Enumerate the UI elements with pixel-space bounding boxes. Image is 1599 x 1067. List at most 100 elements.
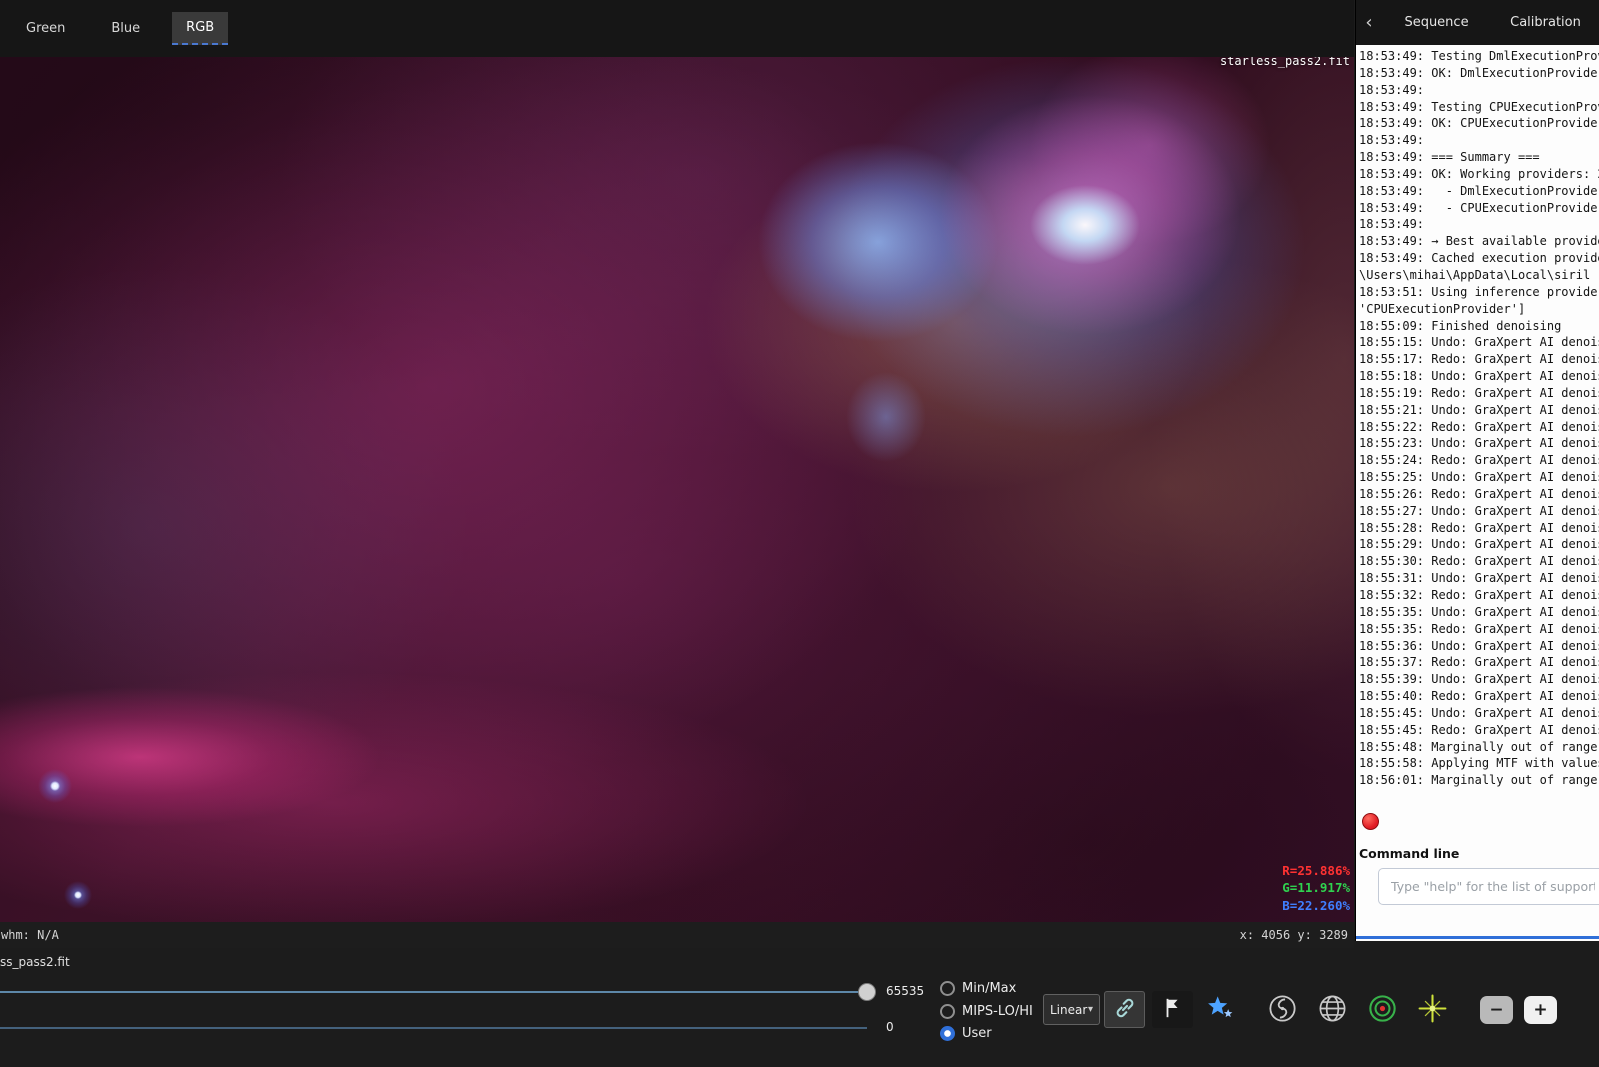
log-line: 18:55:40: Redo: GraXpert AI denoising bbox=[1359, 688, 1599, 705]
log-line: 18:53:49: bbox=[1359, 132, 1599, 149]
log-line: 18:55:25: Undo: GraXpert AI denoising bbox=[1359, 469, 1599, 486]
flag-tool-button[interactable] bbox=[1152, 991, 1193, 1028]
cursor-coordinates: x: 4056 y: 3289 bbox=[1240, 928, 1348, 942]
command-input[interactable] bbox=[1378, 868, 1599, 905]
image-filename-overlay: starless_pass2.fit bbox=[1220, 57, 1350, 68]
link-channels-button[interactable] bbox=[1104, 991, 1145, 1028]
wire-globe-icon bbox=[1317, 993, 1348, 1028]
cut-mode-radios: Min/Max MIPS-LO/HI User bbox=[940, 979, 1033, 1043]
psf-star-button[interactable] bbox=[1412, 990, 1452, 1030]
stretch-high-slider[interactable] bbox=[0, 983, 876, 1001]
radio-minmax[interactable]: Min/Max bbox=[940, 979, 1033, 998]
stretch-high-handle[interactable] bbox=[858, 983, 876, 1001]
log-line: 18:55:45: Undo: GraXpert AI denoising bbox=[1359, 705, 1599, 722]
log-line: 18:53:51: Using inference provider [' bbox=[1359, 284, 1599, 301]
stretch-low-slider[interactable] bbox=[0, 1019, 876, 1037]
zoom-in-button[interactable]: + bbox=[1524, 996, 1557, 1024]
stretch-high-track bbox=[0, 991, 867, 993]
log-line: 18:55:23: Undo: GraXpert AI denoising bbox=[1359, 435, 1599, 452]
log-line: 18:55:36: Undo: GraXpert AI denoising bbox=[1359, 638, 1599, 655]
radio-user-label: User bbox=[962, 1026, 992, 1041]
minus-icon: − bbox=[1489, 1000, 1503, 1020]
log-line: 'CPUExecutionProvider'] bbox=[1359, 301, 1599, 318]
log-line: 18:53:49: OK: DmlExecutionProvider wor bbox=[1359, 65, 1599, 82]
radio-minmax-circle[interactable] bbox=[940, 981, 955, 996]
readout-green: G=11.917% bbox=[1282, 879, 1350, 897]
log-line: 18:53:49: bbox=[1359, 82, 1599, 99]
log-line: 18:55:18: Undo: GraXpert AI denoising bbox=[1359, 368, 1599, 385]
log-line: 18:53:49: - CPUExecutionProvider bbox=[1359, 200, 1599, 217]
log-line: 18:55:48: Marginally out of range val bbox=[1359, 739, 1599, 756]
log-line: 18:56:01: Marginally out of range val bbox=[1359, 772, 1599, 787]
readout-blue: B=22.260% bbox=[1282, 897, 1350, 915]
log-line: 18:55:15: Undo: GraXpert AI denoising bbox=[1359, 334, 1599, 351]
tab-green[interactable]: Green bbox=[12, 13, 79, 44]
star-detection-button[interactable] bbox=[1198, 991, 1242, 1028]
log-line: 18:55:35: Undo: GraXpert AI denoising bbox=[1359, 604, 1599, 621]
filename-bar: ss_pass2.fit bbox=[0, 948, 1354, 975]
bottom-toolbar: 65535 0 Min/Max MIPS-LO/HI User Linear ▾ bbox=[0, 975, 1599, 1067]
stop-button[interactable] bbox=[1362, 813, 1379, 830]
display-mode-value: Linear bbox=[1050, 1003, 1087, 1017]
log-line: 18:53:49: → Best available provider: D bbox=[1359, 233, 1599, 250]
radio-mips-circle[interactable] bbox=[940, 1004, 955, 1019]
log-line: 18:55:27: Undo: GraXpert AI denoising bbox=[1359, 503, 1599, 520]
log-line: 18:53:49: === Summary === bbox=[1359, 149, 1599, 166]
radio-minmax-label: Min/Max bbox=[962, 981, 1016, 996]
flag-icon bbox=[1162, 997, 1184, 1023]
chevron-down-icon: ▾ bbox=[1088, 1004, 1093, 1015]
target-circles-icon bbox=[1367, 993, 1398, 1028]
stretch-low-track bbox=[0, 1027, 867, 1029]
plus-icon: + bbox=[1533, 1000, 1547, 1020]
log-line: 18:55:58: Applying MTF with values (0 bbox=[1359, 755, 1599, 772]
command-line-label: Command line bbox=[1359, 846, 1459, 861]
blue-stars-icon bbox=[1206, 994, 1234, 1026]
panel-accent-line bbox=[1356, 936, 1599, 939]
log-line: 18:55:17: Redo: GraXpert AI denoising bbox=[1359, 351, 1599, 368]
chain-link-icon bbox=[1113, 996, 1137, 1024]
log-line: 18:53:49: Testing DmlExecutionProvider bbox=[1359, 48, 1599, 65]
log-line: 18:53:49: Cached execution provider: C: bbox=[1359, 250, 1599, 267]
photometry-button[interactable] bbox=[1362, 990, 1402, 1030]
log-line: 18:55:45: Redo: GraXpert AI denoising bbox=[1359, 722, 1599, 739]
celestial-grid-button[interactable] bbox=[1312, 990, 1352, 1030]
radio-user-circle[interactable] bbox=[940, 1026, 955, 1041]
console-panel: ‹ Sequence Calibration 18:53:49: Testing… bbox=[1355, 0, 1599, 941]
console-log[interactable]: 18:53:49: Testing DmlExecutionProvider 1… bbox=[1356, 45, 1599, 787]
log-line: 18:53:49: - DmlExecutionProvider bbox=[1359, 183, 1599, 200]
spiked-star-icon bbox=[1417, 993, 1448, 1028]
zoom-out-button[interactable]: − bbox=[1480, 996, 1513, 1024]
tab-calibration[interactable]: Calibration bbox=[1491, 9, 1599, 36]
log-line: 18:55:19: Redo: GraXpert AI denoising bbox=[1359, 385, 1599, 402]
log-line: 18:55:29: Undo: GraXpert AI denoising bbox=[1359, 536, 1599, 553]
log-line: 18:55:09: Finished denoising bbox=[1359, 318, 1599, 335]
display-mode-dropdown[interactable]: Linear ▾ bbox=[1043, 994, 1100, 1025]
collapse-panel-button[interactable]: ‹ bbox=[1356, 12, 1382, 33]
fwhm-status: whm: N/A bbox=[1, 928, 59, 942]
log-line: 18:55:39: Undo: GraXpert AI denoising bbox=[1359, 671, 1599, 688]
log-line: 18:55:35: Redo: GraXpert AI denoising bbox=[1359, 621, 1599, 638]
log-line: 18:55:31: Undo: GraXpert AI denoising bbox=[1359, 570, 1599, 587]
image-canvas[interactable]: starless_pass2.fit R=25.886% G=11.917% B… bbox=[0, 57, 1354, 922]
log-line: 18:53:49: bbox=[1359, 216, 1599, 233]
tab-blue[interactable]: Blue bbox=[97, 13, 154, 44]
siril-app: Green Blue RGB starless_pass2.fit R=25.8… bbox=[0, 0, 1599, 1067]
pixel-readout: R=25.886% G=11.917% B=22.260% bbox=[1282, 862, 1350, 915]
chevron-left-icon: ‹ bbox=[1365, 12, 1372, 33]
readout-red: R=25.886% bbox=[1282, 862, 1350, 880]
log-line: 18:53:49: OK: Working providers: 2 bbox=[1359, 166, 1599, 183]
log-line: 18:53:49: Testing CPUExecutionProvider bbox=[1359, 99, 1599, 116]
log-line: 18:55:37: Redo: GraXpert AI denoising bbox=[1359, 654, 1599, 671]
log-line: 18:55:24: Redo: GraXpert AI denoising bbox=[1359, 452, 1599, 469]
status-bar: whm: N/A x: 4056 y: 3289 bbox=[0, 922, 1354, 948]
radio-mips-lo-hi[interactable]: MIPS-LO/HI bbox=[940, 1002, 1033, 1021]
radio-user[interactable]: User bbox=[940, 1024, 1033, 1043]
log-line: 18:55:30: Redo: GraXpert AI denoising bbox=[1359, 553, 1599, 570]
spiral-galaxy-button[interactable] bbox=[1262, 990, 1302, 1030]
tab-sequence[interactable]: Sequence bbox=[1382, 9, 1491, 36]
spiral-galaxy-icon bbox=[1267, 993, 1298, 1028]
tab-rgb[interactable]: RGB bbox=[172, 12, 228, 45]
log-line: 18:53:49: OK: CPUExecutionProvider wor bbox=[1359, 115, 1599, 132]
console-panel-header: ‹ Sequence Calibration bbox=[1356, 0, 1599, 45]
log-line: 18:55:26: Redo: GraXpert AI denoising bbox=[1359, 486, 1599, 503]
